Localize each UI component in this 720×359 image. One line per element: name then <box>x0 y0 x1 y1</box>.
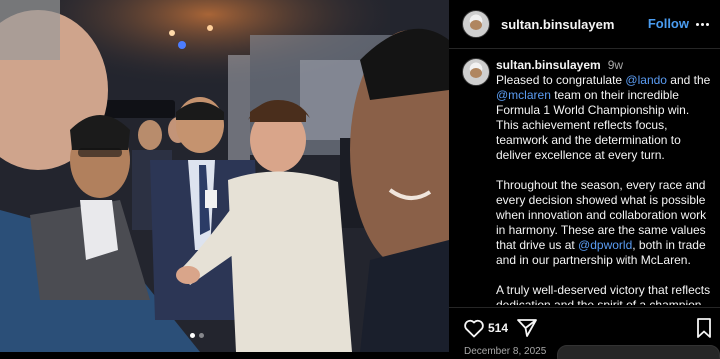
caption-username[interactable]: sultan.binsulayem <box>496 58 601 73</box>
caption: sultan.binsulayem 9w Pleased to congratu… <box>462 58 714 305</box>
post-photo[interactable] <box>0 0 449 352</box>
photo-scene <box>0 0 449 352</box>
mention-mclaren[interactable]: @mclaren <box>496 88 551 102</box>
more-icon[interactable] <box>692 15 712 33</box>
follow-button[interactable]: Follow <box>648 16 689 31</box>
post-date: December 8, 2025 <box>464 346 547 357</box>
heart-icon[interactable] <box>462 316 486 340</box>
bookmark-icon[interactable] <box>692 316 716 340</box>
avatar[interactable] <box>462 10 490 38</box>
comment-input[interactable] <box>557 345 720 359</box>
like-count[interactable]: 514 <box>488 321 508 335</box>
post-time[interactable]: 9w <box>608 58 623 73</box>
header-divider <box>449 48 720 49</box>
actions-divider <box>449 307 720 308</box>
header-username[interactable]: sultan.binsulayem <box>501 17 614 32</box>
carousel-dot-2[interactable] <box>199 333 204 338</box>
caption-paragraph-2: Throughout the season, every race and ev… <box>496 178 707 267</box>
carousel-dots <box>190 333 204 338</box>
mention-dpworld[interactable]: @dpworld <box>578 238 632 252</box>
caption-paragraph-1: Pleased to congratulate @lando and the @… <box>496 73 711 162</box>
share-icon[interactable] <box>515 316 539 340</box>
caption-paragraph-3: A truly well-deserved victory that refle… <box>496 283 711 305</box>
caption-avatar[interactable] <box>462 58 490 86</box>
carousel-dot-1[interactable] <box>190 333 195 338</box>
action-bar: 514 <box>462 316 714 340</box>
post-side-panel: sultan.binsulayem Follow sultan.binsulay… <box>449 0 720 359</box>
post-header: sultan.binsulayem Follow <box>449 0 720 48</box>
mention-lando[interactable]: @lando <box>625 73 667 87</box>
